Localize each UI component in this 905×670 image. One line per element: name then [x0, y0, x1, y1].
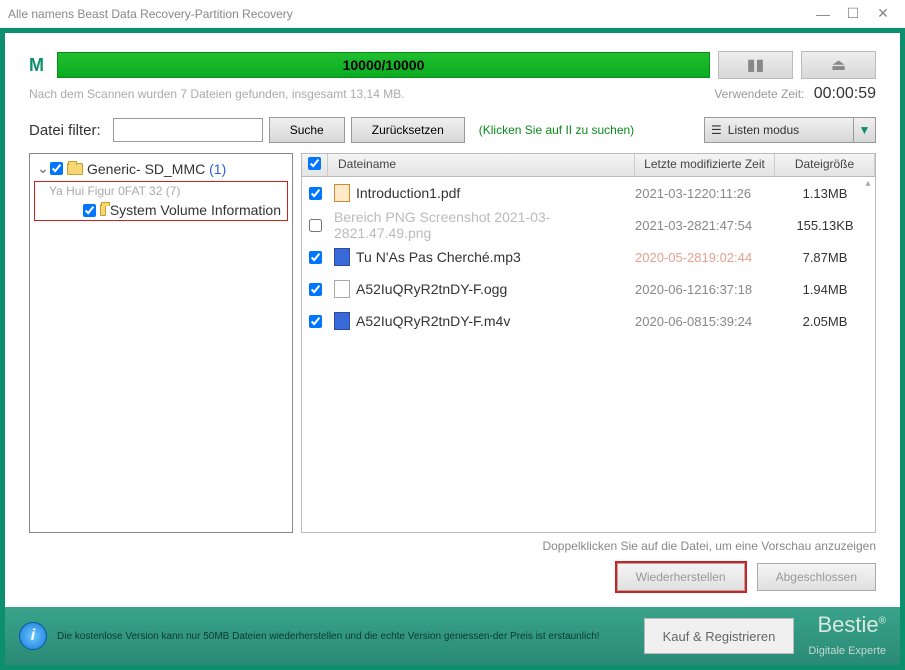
close-button[interactable]: ✕	[869, 0, 897, 28]
tree-root-checkbox[interactable]	[50, 162, 63, 175]
folder-icon	[100, 204, 106, 216]
maximize-button[interactable]: ☐	[839, 0, 867, 28]
file-name: Tu N'As Pas Cherché.mp3	[356, 249, 521, 265]
file-date: 2021-03-1220:11:26	[635, 186, 775, 201]
info-icon: i	[19, 622, 47, 650]
tree-child-row[interactable]: System Volume Information	[35, 200, 287, 220]
scan-progress-bar: 10000/10000	[57, 52, 710, 78]
col-checkbox-header[interactable]	[302, 154, 328, 176]
search-button[interactable]: Suche	[269, 117, 345, 143]
footer-bar: i Die kostenlose Version kann nur 50MB D…	[5, 607, 900, 665]
file-date: 2020-06-1216:37:18	[635, 282, 775, 297]
file-type-icon	[334, 248, 350, 266]
folder-tree[interactable]: ⌄ Generic- SD_MMC (1) Ya Hui Figur 0FAT …	[29, 153, 293, 533]
progress-text: 10000/10000	[343, 57, 425, 73]
file-type-icon	[334, 312, 350, 330]
file-date: 2020-05-2819:02:44	[635, 250, 775, 265]
pause-icon: ▮▮	[747, 55, 765, 75]
file-size: 7.87MB	[775, 250, 875, 265]
file-row[interactable]: A52IuQRyR2tnDY-F.m4v 2020-06-0815:39:242.…	[302, 305, 875, 337]
tree-child-checkbox[interactable]	[83, 204, 96, 217]
tree-child-label: System Volume Information	[110, 202, 281, 218]
tree-root-count: (1)	[209, 161, 226, 177]
preview-hint: Doppelklicken Sie auf die Datei, um eine…	[29, 539, 876, 553]
tree-root-row[interactable]: ⌄ Generic- SD_MMC (1)	[30, 158, 292, 179]
file-name: A52IuQRyR2tnDY-F.ogg	[356, 281, 507, 297]
file-checkbox[interactable]	[309, 187, 322, 200]
file-size: 1.94MB	[775, 282, 875, 297]
file-size: 1.13MB	[775, 186, 875, 201]
stop-icon: ⏏	[831, 55, 846, 75]
list-header: Dateiname Letzte modifizierte Zeit Datei…	[302, 154, 875, 177]
filter-label: Datei filter:	[29, 122, 101, 139]
col-size-header[interactable]: Dateigröße	[775, 154, 875, 176]
pause-button[interactable]: ▮▮	[718, 51, 793, 79]
chevron-down-icon: ▼	[859, 123, 871, 137]
file-row[interactable]: Introduction1.pdf 2021-03-1220:11:261.13M…	[302, 177, 875, 209]
search-hint: (Klicken Sie auf II zu suchen)	[479, 123, 634, 137]
reset-button[interactable]: Zurücksetzen	[351, 117, 465, 143]
view-mode-arrow[interactable]: ▼	[854, 117, 876, 143]
file-date: 2020-06-0815:39:24	[635, 314, 775, 329]
folder-icon	[67, 163, 83, 175]
file-checkbox[interactable]	[309, 315, 322, 328]
list-icon: ☰	[711, 123, 722, 137]
scroll-up-arrow[interactable]: ▴	[863, 178, 873, 190]
file-name: Introduction1.pdf	[356, 185, 460, 201]
tree-highlight-box: Ya Hui Figur 0FAT 32 (7) System Volume I…	[34, 181, 288, 221]
file-checkbox[interactable]	[309, 251, 322, 264]
drive-letter: M	[29, 55, 49, 76]
file-checkbox[interactable]	[309, 219, 322, 232]
tree-root-label: Generic- SD_MMC	[87, 161, 205, 177]
file-size: 155.13KB	[775, 218, 875, 233]
elapsed-value: 00:00:59	[814, 85, 876, 102]
done-button[interactable]: Abgeschlossen	[757, 563, 876, 591]
file-name: Bereich PNG Screenshot 2021-03-2821.47.4…	[334, 209, 635, 241]
col-date-header[interactable]: Letzte modifizierte Zeit	[635, 154, 775, 176]
file-type-icon	[334, 184, 350, 202]
recover-button[interactable]: Wiederherstellen	[617, 563, 745, 591]
view-mode-dropdown[interactable]: ☰ Listen modus	[704, 117, 854, 143]
brand-logo: Bestie® Digitale Experte	[808, 614, 886, 658]
buy-register-button[interactable]: Kauf & Registrieren	[644, 618, 795, 654]
trial-notice: Die kostenlose Version kann nur 50MB Dat…	[57, 631, 600, 642]
file-checkbox[interactable]	[309, 283, 322, 296]
minimize-button[interactable]: —	[809, 0, 837, 28]
filter-input[interactable]	[113, 118, 263, 142]
col-name-header[interactable]: Dateiname	[328, 154, 635, 176]
window-title: Alle namens Beast Data Recovery-Partitio…	[8, 7, 809, 21]
file-name: A52IuQRyR2tnDY-F.m4v	[356, 313, 510, 329]
tree-group-label: Ya Hui Figur 0FAT 32 (7)	[49, 184, 180, 198]
view-mode-label: Listen modus	[728, 123, 799, 137]
file-list[interactable]: Dateiname Letzte modifizierte Zeit Datei…	[301, 153, 876, 533]
select-all-checkbox[interactable]	[308, 157, 321, 170]
file-row[interactable]: Tu N'As Pas Cherché.mp3 2020-05-2819:02:4…	[302, 241, 875, 273]
file-row[interactable]: A52IuQRyR2tnDY-F.ogg 2020-06-1216:37:181.…	[302, 273, 875, 305]
caret-down-icon[interactable]: ⌄	[36, 160, 50, 177]
file-date: 2021-03-2821:47:54	[635, 218, 775, 233]
stop-button[interactable]: ⏏	[801, 51, 876, 79]
file-row[interactable]: Bereich PNG Screenshot 2021-03-2821.47.4…	[302, 209, 875, 241]
scan-status-text: Nach dem Scannen wurden 7 Dateien gefund…	[29, 87, 714, 101]
file-type-icon	[334, 280, 350, 298]
tree-group-row[interactable]: Ya Hui Figur 0FAT 32 (7)	[35, 182, 287, 200]
elapsed-label: Verwendete Zeit:	[714, 87, 804, 101]
file-size: 2.05MB	[775, 314, 875, 329]
